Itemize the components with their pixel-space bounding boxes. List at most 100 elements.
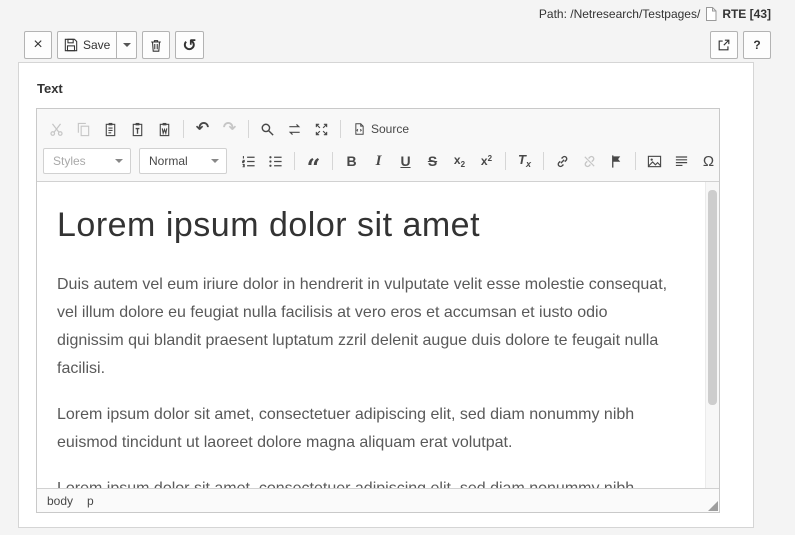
save-label: Save	[83, 38, 111, 52]
toolbar-separator	[332, 152, 333, 170]
page-icon	[705, 7, 717, 21]
copy-icon	[76, 122, 91, 137]
close-icon: ×	[33, 36, 43, 53]
blockquote-button[interactable]: “	[300, 149, 327, 180]
content-paragraph: Lorem ipsum dolor sit amet, consectetuer…	[57, 406, 635, 451]
link-icon	[555, 154, 570, 169]
editor-statusbar: body p	[37, 488, 719, 512]
subscript-icon: x2	[453, 152, 466, 169]
italic-icon: I	[375, 152, 382, 169]
image-icon	[647, 154, 662, 169]
paste-plain-text-icon	[130, 122, 145, 137]
toolbar-separator	[505, 152, 506, 170]
maximize-icon	[314, 122, 329, 137]
toolbar-row-2: Styles Normal “ B I U S x2 x2 Tx Ω	[43, 145, 714, 180]
open-new-window-button[interactable]	[710, 31, 738, 59]
toolbar-separator	[294, 152, 295, 170]
history-icon: ↺	[182, 35, 197, 55]
search-icon	[260, 122, 275, 137]
record-title: RTE [43]	[722, 7, 771, 21]
element-path-body[interactable]: body	[47, 494, 73, 508]
styles-dropdown[interactable]: Styles	[43, 148, 131, 174]
redo-button[interactable]: ↷	[216, 117, 243, 141]
anchor-button[interactable]	[603, 149, 630, 173]
bulleted-list-button[interactable]	[262, 149, 289, 173]
image-button[interactable]	[641, 149, 668, 173]
save-icon	[64, 38, 78, 52]
remove-format-button[interactable]: Tx	[511, 149, 538, 173]
special-character-button[interactable]: Ω	[695, 149, 722, 173]
chevron-down-icon	[122, 43, 131, 47]
unlink-button[interactable]	[576, 149, 603, 173]
help-label: ?	[753, 38, 761, 52]
superscript-icon: x2	[480, 154, 493, 168]
save-button-group: Save	[57, 31, 138, 59]
bold-button[interactable]: B	[338, 149, 365, 173]
replace-icon	[287, 122, 302, 137]
bold-icon: B	[346, 153, 357, 169]
redo-icon: ↷	[222, 120, 237, 137]
toolbar-separator	[543, 152, 544, 170]
paste-button[interactable]	[97, 117, 124, 141]
toolbar-separator	[340, 120, 341, 138]
subscript-button[interactable]: x2	[446, 149, 473, 173]
paste-from-word-icon	[157, 122, 172, 137]
record-edit-panel: Text ↶ ↷ Source Styles Normal “ B I U S …	[18, 62, 754, 528]
help-button[interactable]: ?	[743, 31, 771, 59]
omega-icon: Ω	[702, 152, 715, 170]
superscript-button[interactable]: x2	[473, 149, 500, 173]
strikethrough-button[interactable]: S	[419, 149, 446, 173]
unlink-icon	[582, 154, 597, 169]
source-button[interactable]: Source	[346, 117, 416, 141]
delete-button[interactable]	[142, 31, 171, 59]
copy-button[interactable]	[70, 117, 97, 141]
link-button[interactable]	[549, 149, 576, 173]
source-icon	[353, 122, 366, 136]
history-button[interactable]: ↺	[175, 31, 204, 59]
paste-text-button[interactable]	[124, 117, 151, 141]
underline-button[interactable]: U	[392, 149, 419, 173]
element-path-p[interactable]: p	[87, 494, 94, 508]
editor-toolbar: ↶ ↷ Source Styles Normal “ B I U S x2 x2…	[37, 109, 719, 182]
toolbar-separator	[635, 152, 636, 170]
toolbar-separator	[183, 120, 184, 138]
save-button[interactable]: Save	[57, 31, 118, 59]
undo-icon: ↶	[195, 120, 210, 137]
scrollbar-thumb[interactable]	[708, 190, 717, 405]
source-label: Source	[371, 122, 410, 136]
replace-button[interactable]	[281, 117, 308, 141]
strikethrough-icon: S	[427, 153, 438, 169]
editor-scrollbar[interactable]	[705, 182, 719, 488]
find-button[interactable]	[254, 117, 281, 141]
editor-content-area[interactable]: Lorem ipsum dolor sit amet Duis autem ve…	[37, 182, 719, 488]
trash-icon	[149, 38, 163, 53]
flag-icon	[609, 154, 624, 169]
paste-icon	[103, 122, 118, 137]
paste-word-button[interactable]	[151, 117, 178, 141]
chevron-down-icon	[115, 159, 123, 163]
format-dropdown[interactable]: Normal	[139, 148, 227, 174]
cut-icon	[49, 122, 64, 137]
toolbar-row-1: ↶ ↷ Source	[43, 113, 713, 145]
rich-text-editor: ↶ ↷ Source Styles Normal “ B I U S x2 x2…	[36, 108, 720, 513]
record-path: Path: /Netresearch/Testpages/ RTE [43]	[539, 7, 771, 21]
horizontal-line-button[interactable]	[668, 149, 695, 173]
underline-icon: U	[400, 153, 411, 169]
new-window-icon	[717, 38, 731, 52]
italic-button[interactable]: I	[365, 149, 392, 173]
doc-header: × Save ↺ ?	[0, 28, 795, 62]
bulleted-list-icon	[268, 154, 283, 169]
maximize-button[interactable]	[308, 117, 335, 141]
undo-button[interactable]: ↶	[189, 117, 216, 141]
resize-handle[interactable]	[708, 501, 718, 511]
numbered-list-button[interactable]	[235, 149, 262, 173]
toolbar-separator	[248, 120, 249, 138]
cut-button[interactable]	[43, 117, 70, 141]
chevron-down-icon	[211, 159, 219, 163]
content-heading: Lorem ipsum dolor sit amet	[57, 206, 481, 244]
content-paragraph: Duis autem vel eum iriure dolor in hendr…	[57, 276, 668, 377]
save-dropdown-button[interactable]	[117, 31, 138, 59]
close-button[interactable]: ×	[24, 31, 52, 59]
field-label-text: Text	[37, 81, 63, 96]
typo3-record-edit-screen: { "header": { "path_label": "Path: /Netr…	[0, 0, 795, 535]
